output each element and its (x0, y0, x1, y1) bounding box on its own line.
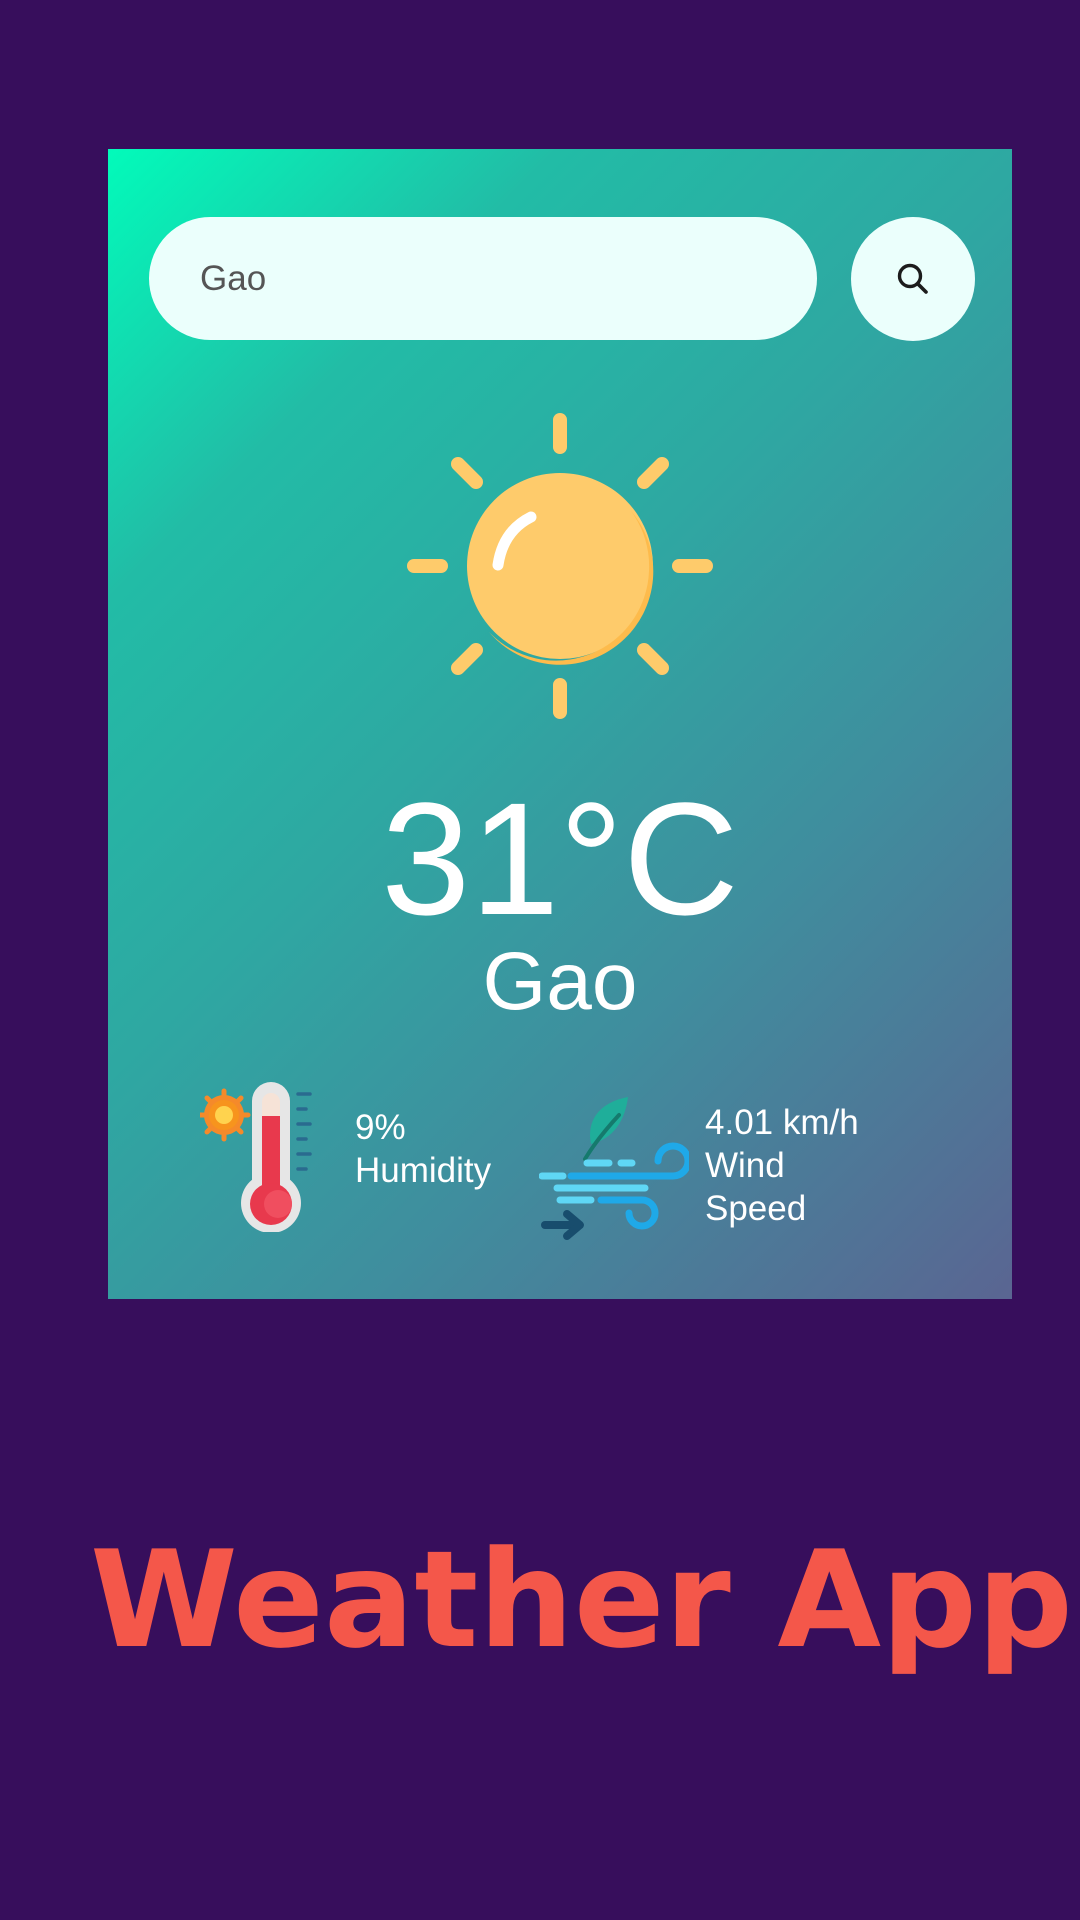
wind-label-line2: Speed (705, 1189, 807, 1228)
thermometer-icon (200, 1082, 312, 1232)
temperature: 31°C (381, 769, 739, 948)
wind-label-line1: Wind (705, 1146, 785, 1185)
search-icon (897, 263, 928, 294)
weather-card: 31°C Gao (108, 149, 1012, 1299)
search-input[interactable] (149, 217, 817, 340)
wind-value: 4.01 km/h (705, 1103, 859, 1142)
humidity-details: 9% Humidity (355, 1106, 491, 1192)
wind-details: 4.01 km/h Wind Speed (705, 1101, 859, 1230)
sun-icon (407, 413, 713, 719)
humidity-label: Humidity (355, 1151, 492, 1190)
search-button[interactable] (851, 217, 975, 341)
wind-icon (539, 1097, 689, 1240)
app-title: Weather App (90, 1522, 1073, 1678)
humidity-value: 9% (355, 1108, 406, 1147)
city-name: Gao (482, 936, 638, 1027)
